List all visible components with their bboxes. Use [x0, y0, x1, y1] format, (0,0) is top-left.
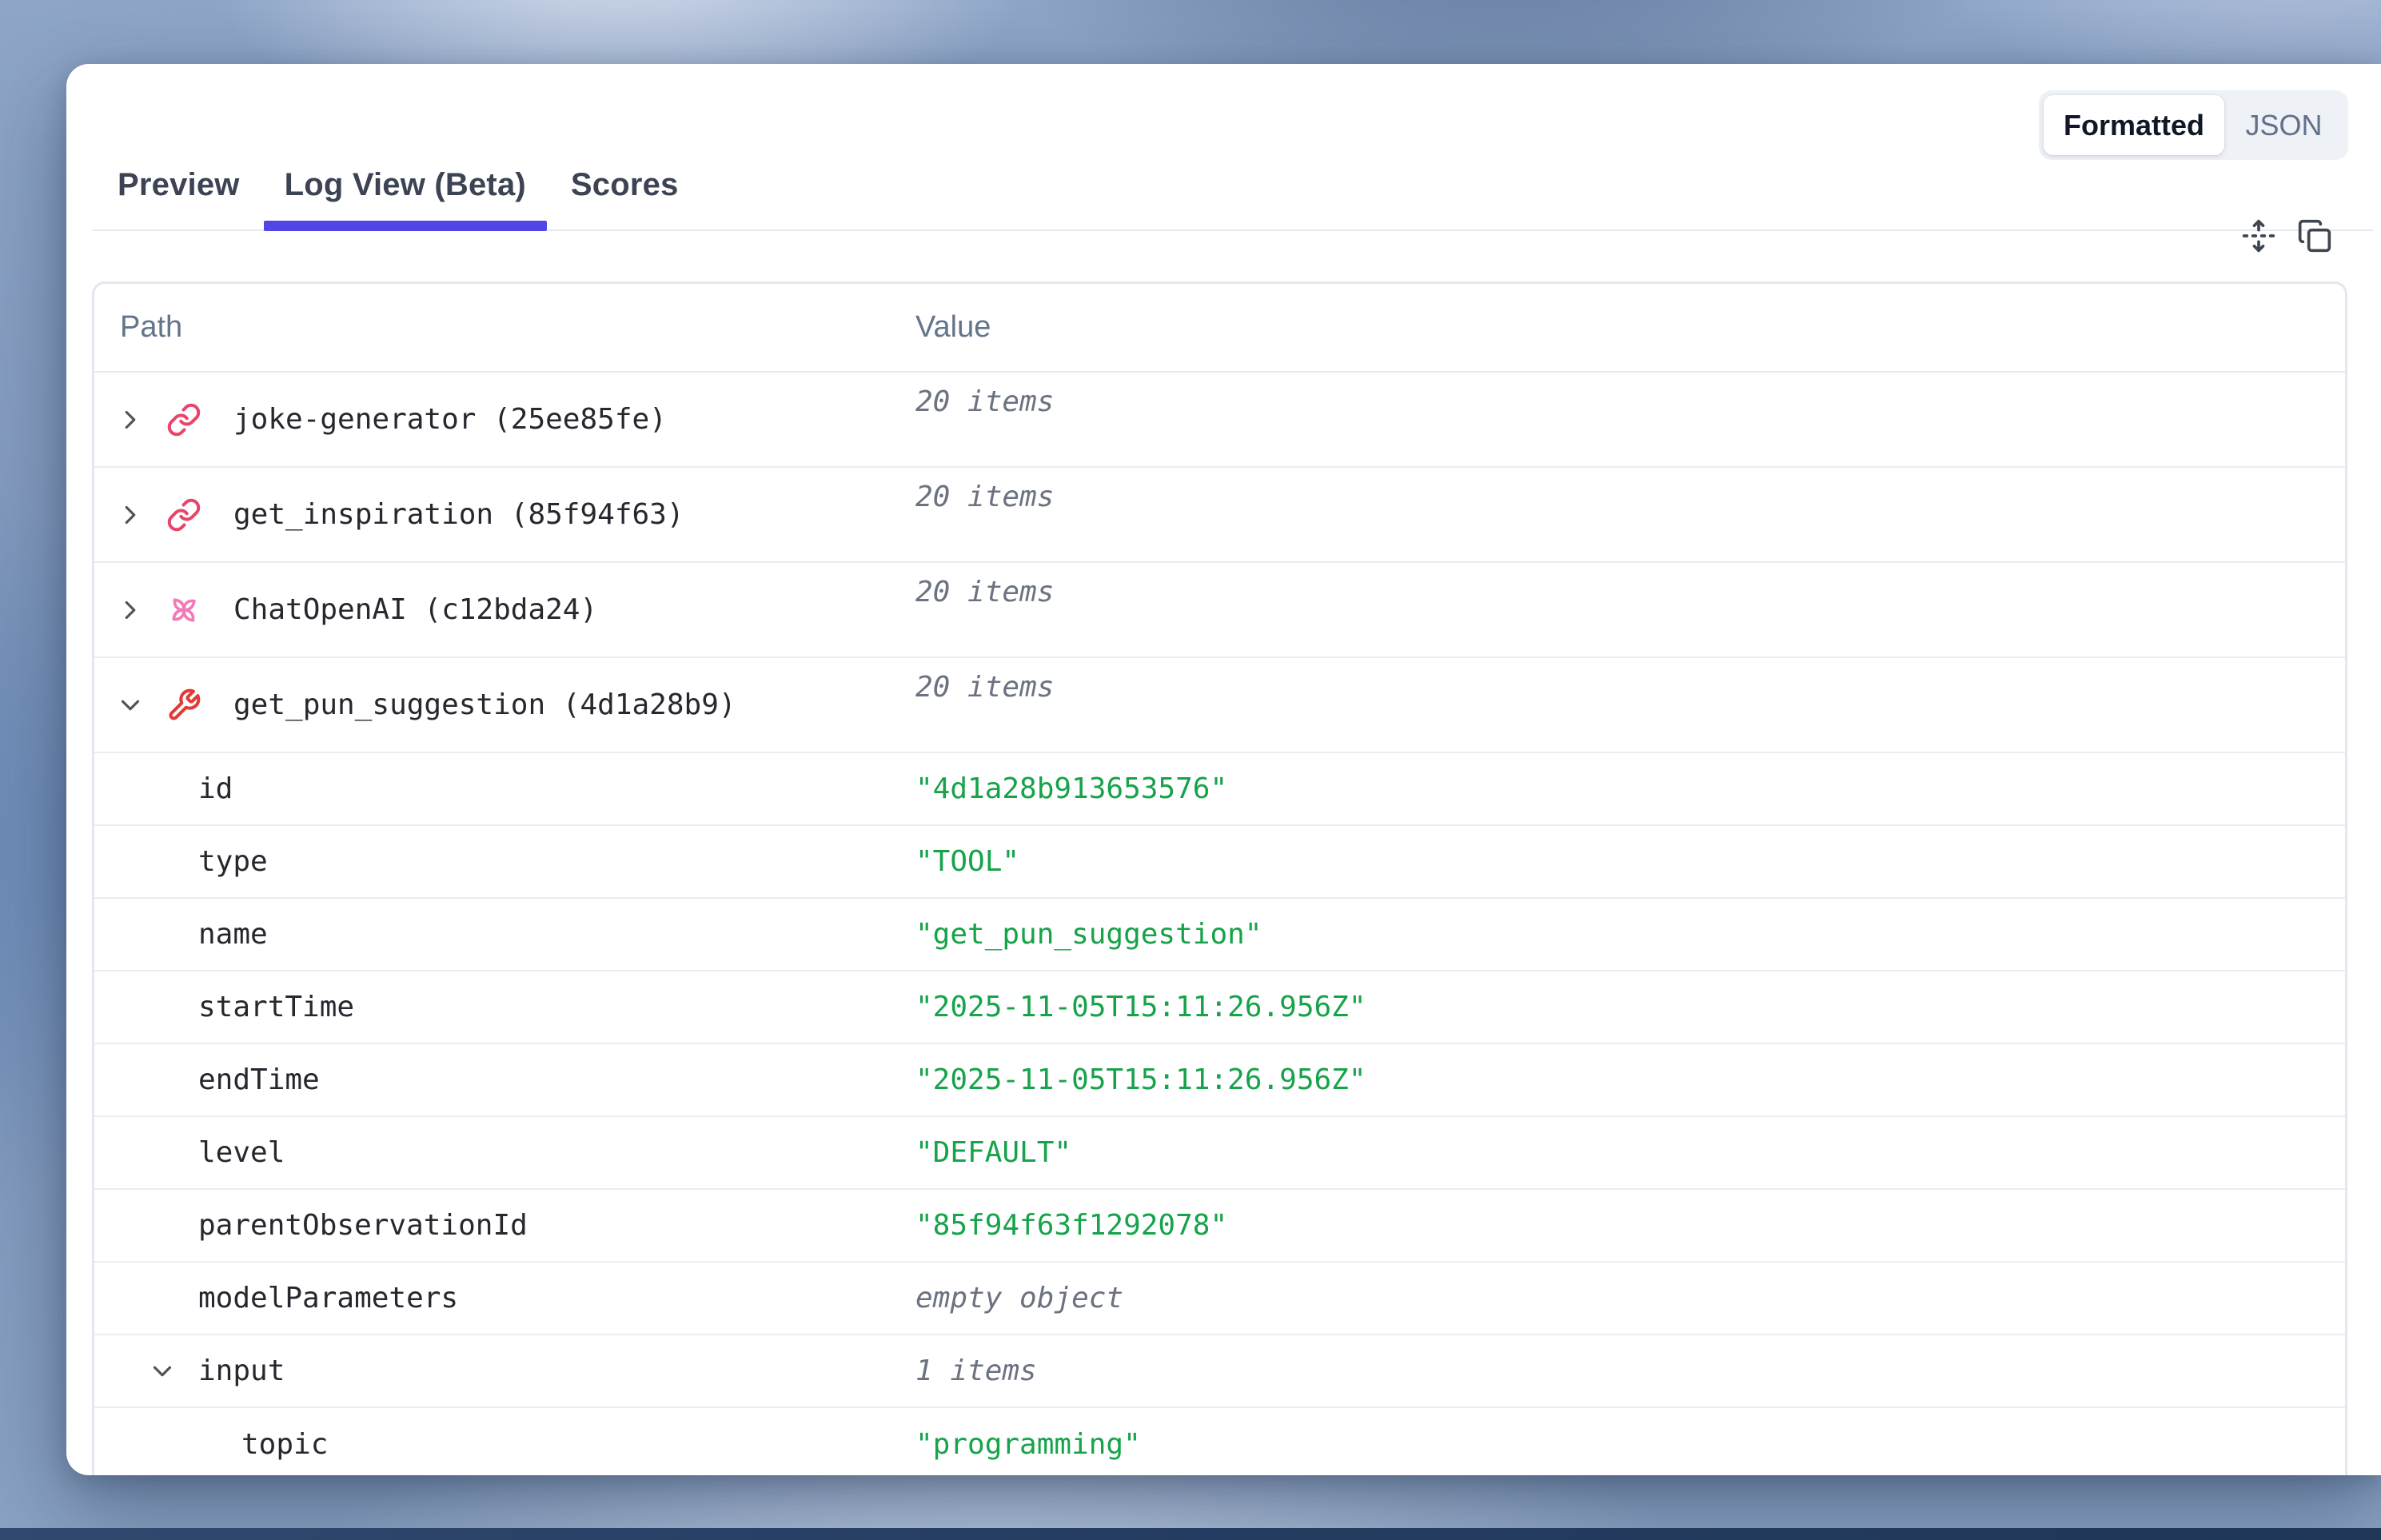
table-row[interactable]: ChatOpenAI (c12bda24) 20 items [94, 563, 2345, 658]
format-toggle: Formatted JSON [2039, 90, 2348, 160]
table-row: endTime "2025-11-05T15:11:26.956Z" [94, 1044, 2345, 1117]
table-row[interactable]: get_inspiration (85f94f63) 20 items [94, 468, 2345, 563]
tab-preview[interactable]: Preview [118, 167, 240, 229]
value-text: 20 items [915, 385, 1054, 418]
path-label: endTime [198, 1063, 320, 1096]
toggle-formatted[interactable]: Formatted [2044, 95, 2224, 155]
tab-bar: Preview Log View (Beta) Scores [92, 64, 2373, 231]
unfold-vertical-icon[interactable] [2241, 218, 2276, 253]
table-row: type "TOOL" [94, 826, 2345, 899]
table-header: Path Value [94, 284, 2345, 373]
path-label: modelParameters [198, 1282, 458, 1315]
table-row: startTime "2025-11-05T15:11:26.956Z" [94, 971, 2345, 1044]
path-label: get_pun_suggestion (4d1a28b9) [233, 688, 736, 721]
path-label: parentObservationId [198, 1209, 528, 1242]
value-cell: "85f94f63f1292078" [915, 1190, 2345, 1261]
value-text: 20 items [915, 576, 1054, 608]
value-cell: "4d1a28b913653576" [915, 753, 2345, 824]
observation-log-table: Path Value joke-generator (25ee85fe) 20 i… [92, 281, 2347, 1475]
value-cell: "get_pun_suggestion" [915, 899, 2345, 970]
path-label: level [198, 1136, 285, 1169]
value-text: "DEFAULT" [915, 1136, 1071, 1169]
value-text: "programming" [915, 1428, 1141, 1461]
table-row[interactable]: get_pun_suggestion (4d1a28b9) 20 items [94, 658, 2345, 753]
section-actions [2241, 218, 2332, 253]
table-body: joke-generator (25ee85fe)20 itemsget_ins… [94, 373, 2345, 1475]
path-cell: input [94, 1335, 915, 1406]
value-text: 20 items [915, 481, 1054, 513]
path-cell: joke-generator (25ee85fe) [94, 373, 915, 466]
column-header-path: Path [94, 310, 915, 345]
value-cell: "2025-11-05T15:11:26.956Z" [915, 1044, 2345, 1115]
path-cell: id [94, 753, 915, 824]
table-row: parentObservationId "85f94f63f1292078" [94, 1190, 2345, 1263]
value-cell: 20 items [915, 373, 2345, 466]
value-text: 20 items [915, 671, 1054, 704]
value-cell: 20 items [915, 468, 2345, 561]
value-cell: empty object [915, 1263, 2345, 1334]
path-cell: ChatOpenAI (c12bda24) [94, 563, 915, 656]
path-label: joke-generator (25ee85fe) [233, 403, 667, 436]
path-cell: name [94, 899, 915, 970]
table-row[interactable]: input 1 items [94, 1335, 2345, 1408]
table-row: level "DEFAULT" [94, 1117, 2345, 1190]
path-cell: get_inspiration (85f94f63) [94, 468, 915, 561]
path-label: get_inspiration (85f94f63) [233, 498, 684, 531]
value-cell: "DEFAULT" [915, 1117, 2345, 1188]
value-text: "TOOL" [915, 845, 1019, 878]
value-cell: 1 items [915, 1335, 2345, 1406]
value-text: "2025-11-05T15:11:26.956Z" [915, 991, 1366, 1023]
value-cell: 20 items [915, 563, 2345, 656]
path-label: input [198, 1354, 285, 1387]
path-cell: topic [94, 1408, 915, 1475]
table-row: name "get_pun_suggestion" [94, 899, 2345, 971]
link-icon [166, 402, 201, 437]
path-label: ChatOpenAI (c12bda24) [233, 593, 597, 626]
value-cell: "programming" [915, 1408, 2345, 1475]
table-row: topic "programming" [94, 1408, 2345, 1475]
tab-log-view[interactable]: Log View (Beta) [285, 167, 526, 229]
desktop-background-edge [0, 1528, 2381, 1540]
wrench-icon [166, 688, 201, 723]
path-label: startTime [198, 991, 354, 1023]
table-row[interactable]: joke-generator (25ee85fe) 20 items [94, 373, 2345, 468]
column-header-value: Value [915, 310, 2345, 345]
value-text: empty object [915, 1282, 1123, 1315]
chevron-down-icon[interactable] [147, 1356, 177, 1386]
path-cell: parentObservationId [94, 1190, 915, 1261]
chevron-right-icon[interactable] [115, 405, 146, 435]
path-cell: endTime [94, 1044, 915, 1115]
path-cell: get_pun_suggestion (4d1a28b9) [94, 658, 915, 752]
chevron-down-icon[interactable] [115, 690, 146, 720]
table-row: id "4d1a28b913653576" [94, 753, 2345, 826]
trace-detail-card: Preview Log View (Beta) Scores Formatted… [66, 64, 2381, 1475]
path-cell: startTime [94, 971, 915, 1043]
table-row: modelParameters empty object [94, 1263, 2345, 1335]
path-label: topic [241, 1428, 328, 1461]
path-cell: level [94, 1117, 915, 1188]
value-cell: "2025-11-05T15:11:26.956Z" [915, 971, 2345, 1043]
value-text: 1 items [915, 1354, 1037, 1387]
path-cell: type [94, 826, 915, 897]
path-label: type [198, 845, 268, 878]
copy-icon[interactable] [2297, 218, 2332, 253]
path-label: name [198, 918, 268, 951]
value-cell: 20 items [915, 658, 2345, 752]
chevron-right-icon[interactable] [115, 500, 146, 530]
pinwheel-icon [166, 592, 201, 628]
value-text: "get_pun_suggestion" [915, 918, 1262, 951]
value-text: "4d1a28b913653576" [915, 772, 1227, 805]
link-icon [166, 497, 201, 533]
path-cell: modelParameters [94, 1263, 915, 1334]
toggle-json[interactable]: JSON [2224, 95, 2343, 155]
value-text: "2025-11-05T15:11:26.956Z" [915, 1063, 1366, 1096]
value-text: "85f94f63f1292078" [915, 1209, 1227, 1242]
tab-scores[interactable]: Scores [571, 167, 679, 229]
value-cell: "TOOL" [915, 826, 2345, 897]
chevron-right-icon[interactable] [115, 595, 146, 625]
path-label: id [198, 772, 233, 805]
